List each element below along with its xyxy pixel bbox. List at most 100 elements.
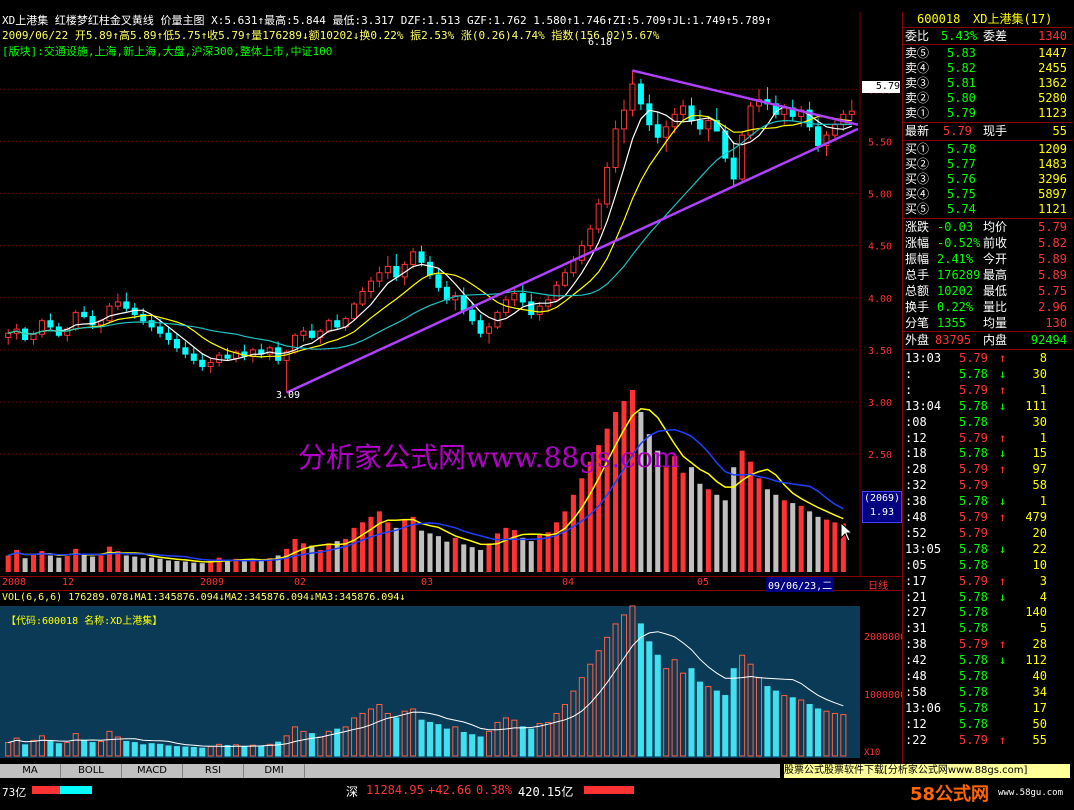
volume-bar <box>22 558 28 572</box>
buy-price: 5.76 <box>947 172 976 186</box>
volume-bar <box>56 557 62 572</box>
lower-volume-bar <box>477 736 484 757</box>
tick-volume: 28 <box>1032 637 1047 652</box>
buy-price: 5.77 <box>947 157 976 171</box>
sell-volume: 1447 <box>1038 46 1067 60</box>
tick-row: :12 5.78 50 <box>903 717 1073 732</box>
lower-volume-bar <box>376 704 383 757</box>
volume-bar <box>435 536 441 572</box>
volume-bar <box>241 560 247 572</box>
tick-row: :42 5.78 ↓ 112 <box>903 653 1073 668</box>
lower-volume-bar <box>106 730 113 757</box>
lower-volume-bar <box>545 721 552 757</box>
candle-body <box>106 305 113 322</box>
tick-volume: 112 <box>1025 653 1047 668</box>
lower-volume-bar <box>173 746 180 757</box>
lower-volume-bar <box>351 717 358 757</box>
lower-volume-bar <box>148 743 155 757</box>
tick-direction: ↑ <box>999 732 1007 747</box>
lower-volume-bar <box>367 708 374 757</box>
tick-volume: 40 <box>1032 669 1047 683</box>
tick-volume: 15 <box>1032 446 1047 461</box>
tab-dmi[interactable]: DMI <box>244 764 305 778</box>
waipan-row: 外盘 83795 内盘 92494 <box>905 333 1067 347</box>
sell-price: 5.83 <box>947 46 976 60</box>
volume-bar <box>98 555 104 572</box>
stat-label: 前收 <box>983 236 1008 250</box>
candle-body <box>620 109 628 130</box>
stat-value: -0.52% <box>937 236 981 250</box>
tick-direction: ↓ <box>999 366 1007 381</box>
buy-label: 买② <box>905 157 930 171</box>
lower-volume-bar <box>680 672 687 757</box>
volume-bar <box>748 461 754 572</box>
lower-volume-bar <box>283 735 290 757</box>
candle-body <box>831 124 838 136</box>
tick-direction: ↑ <box>999 510 1007 524</box>
ad-banner[interactable]: 股票公式股票软件下载[分析家公式网www.88gs.com] <box>784 764 1070 778</box>
tick-row: :52 5.79 20 <box>903 526 1073 541</box>
volume-bar <box>359 522 366 572</box>
lower-volume-bar <box>410 708 417 757</box>
buy-row: 买④ 5.75 5897 <box>903 187 1073 202</box>
tick-volume: 20 <box>1032 525 1047 540</box>
tab-ma[interactable]: MA <box>0 764 61 778</box>
tick-time: :27 <box>905 605 927 620</box>
stat-value: 5.82 <box>1038 236 1067 250</box>
tab-macd[interactable]: MACD <box>122 764 183 778</box>
tick-price: 5.78 <box>959 414 988 429</box>
candle-body <box>376 272 383 282</box>
tick-row: :21 5.78 ↓ 4 <box>903 590 1073 605</box>
low-mark-label: 3.09 <box>276 390 301 401</box>
tick-time: 13:03 <box>905 351 942 365</box>
status-left: 73亿 <box>2 786 27 799</box>
candle-body <box>5 332 12 338</box>
lower-volume-bar <box>199 747 206 757</box>
lower-volume-bar <box>89 742 96 757</box>
tab-rsi[interactable]: RSI <box>183 764 244 778</box>
buy-label: 买④ <box>905 187 930 201</box>
candle-body <box>190 353 197 361</box>
date-label: 12 <box>62 577 75 588</box>
chart-header-sector[interactable]: [版块]:交通设施,上海,新上海,大盘,沪深300,整体上市,中证100 <box>2 43 332 59</box>
candle-body <box>696 120 703 130</box>
tick-volume: 3 <box>1039 573 1047 588</box>
lower-volume-bar <box>595 650 602 757</box>
period-label[interactable]: 日线 <box>868 577 888 592</box>
stat-value: 2.41% <box>937 252 974 266</box>
price-tick-label: 4.50 <box>868 242 892 253</box>
tab-boll[interactable]: BOLL <box>61 764 122 778</box>
stat-row: 总手 176289 最高 5.89 <box>903 268 1073 283</box>
stat-label: 换手 <box>905 300 930 314</box>
tick-price: 5.79 <box>959 351 988 365</box>
lower-volume-bar <box>123 740 130 757</box>
sell-price: 5.82 <box>947 61 976 75</box>
stat-value: 5.89 <box>1038 268 1067 282</box>
lower-volume-bar <box>654 654 661 757</box>
lower-volume-bar <box>722 695 729 757</box>
tick-row: : 5.79 ↑ 1 <box>903 383 1073 398</box>
tick-volume: 17 <box>1032 700 1047 715</box>
index-value: 11284.95 <box>366 783 424 797</box>
index-percent: 0.38% <box>476 783 513 797</box>
volume-bar <box>351 527 357 572</box>
chart-header-line2: 2009/06/22 开5.89↑高5.89↑低5.75↑收5.79↑量1762… <box>2 29 660 42</box>
lower-volume-bar <box>435 724 442 757</box>
candle-body <box>612 128 619 168</box>
lower-volume-bar <box>739 654 746 757</box>
tick-direction: ↑ <box>999 430 1007 445</box>
candle-body <box>410 251 417 265</box>
tick-volume: 50 <box>1032 716 1047 731</box>
tick-time: 13:04 <box>905 398 942 413</box>
tick-price: 5.78 <box>959 684 988 699</box>
tick-volume: 58 <box>1032 478 1047 493</box>
tick-time: :12 <box>905 716 927 731</box>
price-tick-label: 3.00 <box>868 398 892 409</box>
lower-volume-bar <box>815 708 822 757</box>
tick-row: :18 5.78 ↓ 15 <box>903 446 1073 461</box>
quote-title: 600018 XD上港集(17) <box>903 12 1073 27</box>
candle-body <box>173 338 180 349</box>
lower-volume-bar <box>38 735 45 757</box>
tick-time: :42 <box>905 653 927 668</box>
tick-price: 5.78 <box>959 700 988 715</box>
